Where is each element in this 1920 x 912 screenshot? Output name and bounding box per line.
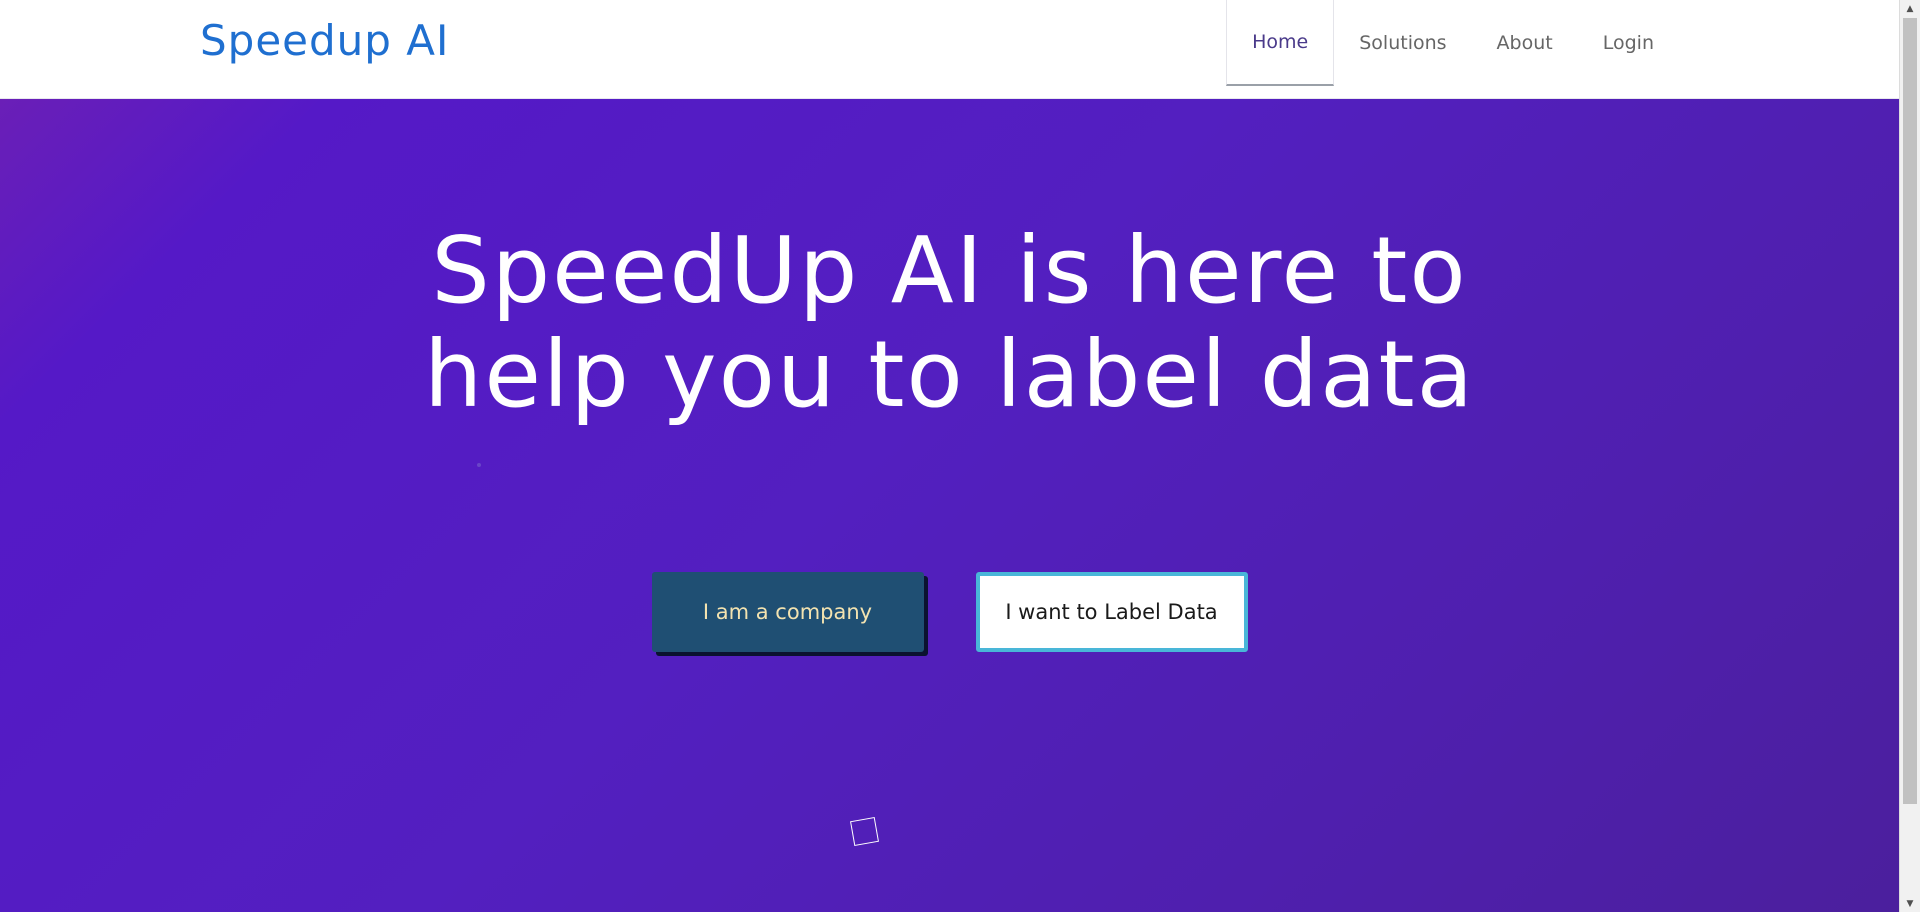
nav-item-home[interactable]: Home <box>1226 0 1335 86</box>
company-button[interactable]: I am a company <box>651 572 924 652</box>
scroll-up-arrow-icon[interactable]: ▲ <box>1900 0 1920 17</box>
nav-item-about[interactable]: About <box>1472 0 1578 86</box>
brand-logo[interactable]: Speedup AI <box>200 17 449 64</box>
hero-headline-line-2: help you to label data <box>424 321 1475 428</box>
scrollbar-thumb[interactable] <box>1903 18 1917 804</box>
nav-item-solutions[interactable]: Solutions <box>1334 0 1471 86</box>
main-nav: Home Solutions About Login <box>1226 0 1679 86</box>
square-outline-icon <box>850 817 879 846</box>
hero-section: SpeedUp AI is here to help you to label … <box>0 99 1899 912</box>
page: Speedup AI Home Solutions About Login Sp… <box>0 0 1920 912</box>
hero-headline: SpeedUp AI is here to help you to label … <box>0 219 1899 427</box>
navbar: Speedup AI Home Solutions About Login <box>0 0 1899 99</box>
scroll-down-arrow-icon[interactable]: ▼ <box>1900 895 1920 912</box>
nav-item-login[interactable]: Login <box>1578 0 1679 86</box>
hero-headline-line-1: SpeedUp AI is here to <box>431 217 1468 324</box>
label-data-button[interactable]: I want to Label Data <box>975 572 1248 652</box>
vertical-scrollbar[interactable]: ▲ ▼ <box>1899 0 1920 912</box>
cta-buttons: I am a company I want to Label Data <box>0 572 1899 652</box>
decorative-dot <box>477 463 481 467</box>
